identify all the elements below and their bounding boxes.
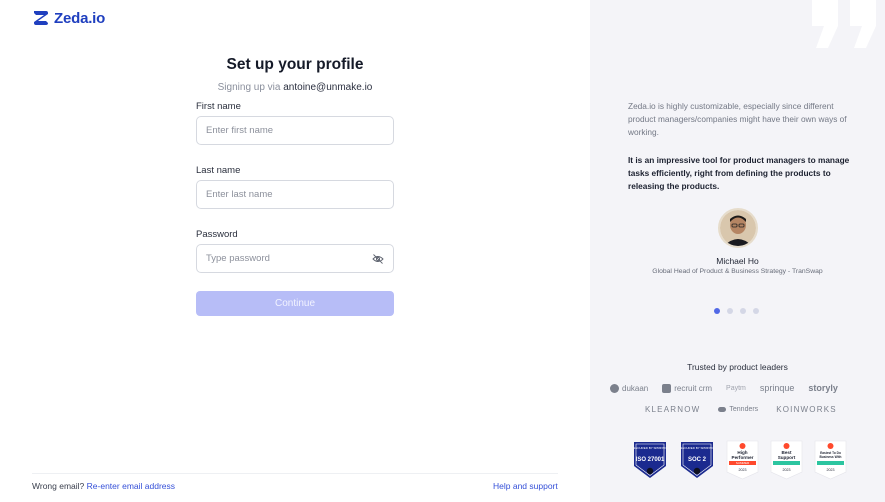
logo-tennders-text: Tennders <box>729 406 759 413</box>
brand-name: Zeda.io <box>54 9 106 27</box>
logo-recruit-crm-text: recruit crm <box>674 383 713 393</box>
avatar <box>718 208 758 248</box>
signup-panel: Zeda.io Set up your profile Signing up v… <box>0 0 590 502</box>
g2-badge-3-year: 2023 <box>827 468 835 472</box>
last-name-field[interactable] <box>196 180 394 209</box>
first-name-field[interactable] <box>196 116 394 145</box>
logo-paytm-text: Paytm <box>726 384 746 392</box>
eye-off-icon[interactable] <box>372 253 384 265</box>
testimonial-panel: Zeda.io is highly customizable, especial… <box>590 0 885 502</box>
g2-badge-3-line2: Business With <box>820 455 842 459</box>
testimonial-role: Global Head of Product & Business Strate… <box>652 268 823 275</box>
carousel-dot-1[interactable] <box>714 308 720 314</box>
first-name-label: First name <box>196 101 241 112</box>
tennders-icon <box>718 407 727 412</box>
reenter-email-link[interactable]: Re-enter email address <box>87 481 175 491</box>
customer-logos-row-2: KLEARNOW Tennders KOINWORKS <box>645 405 837 414</box>
last-name-label: Last name <box>196 165 241 176</box>
help-support-link[interactable]: Help and support <box>493 481 558 491</box>
logo-storyly: storyly <box>808 383 838 393</box>
continue-button[interactable]: Continue <box>196 291 394 316</box>
logo-klearnow-text: KLEARNOW <box>645 405 701 414</box>
carousel-dot-4[interactable] <box>753 308 759 314</box>
testimonial-name: Michael Ho <box>716 256 759 266</box>
iso-badge-top: SECURED BY SPRINTO <box>633 446 667 450</box>
password-label: Password <box>196 229 238 240</box>
soc-badge-main: SOC 2 <box>688 457 707 463</box>
logo-koinworks-text: KOINWORKS <box>776 405 837 414</box>
testimonial-quote: Zeda.io is highly customizable, especial… <box>628 101 847 137</box>
soc-badge-top: SECURED BY SPRINTO <box>680 446 714 450</box>
g2-badge-1-tag: SUMMER <box>736 461 750 465</box>
carousel-dot-3[interactable] <box>740 308 746 314</box>
carousel-dots <box>714 308 759 314</box>
password-field[interactable] <box>196 244 394 273</box>
g2-badge-2-line2: Support <box>778 455 796 460</box>
logo-tennders: Tennders <box>718 406 758 413</box>
logo-dukaan: dukaan <box>610 383 649 393</box>
wrong-email-note: Wrong email? Re-enter email address <box>32 481 175 491</box>
g2-high-performer-badge-icon: High Performer SUMMER 2023 <box>726 440 759 480</box>
g2-badge-1-line2: Performer <box>732 455 754 460</box>
brand-logo[interactable]: Zeda.io <box>32 9 105 27</box>
soc-2-badge-icon: SECURED BY SPRINTO SOC 2 <box>680 442 714 478</box>
g2-badge-1-year: 2023 <box>739 468 747 472</box>
person-avatar-icon <box>720 210 756 246</box>
trusted-heading: Trusted by product leaders <box>687 362 788 372</box>
testimonial-highlight: It is an impressive tool for product man… <box>628 155 850 191</box>
first-name-input[interactable] <box>206 125 384 136</box>
logo-paytm: Paytm <box>726 385 746 392</box>
wrong-email-text: Wrong email? <box>32 481 87 491</box>
last-name-input[interactable] <box>206 189 384 200</box>
logo-koinworks: KOINWORKS <box>776 405 837 414</box>
recruit-crm-icon <box>662 383 672 393</box>
form-fields: First name Last name Password Continue <box>196 0 394 502</box>
password-input[interactable] <box>206 253 372 264</box>
logo-sprinque-text: sprinque <box>759 383 795 393</box>
logo-klearnow: KLEARNOW <box>645 405 700 414</box>
carousel-dot-2[interactable] <box>727 308 733 314</box>
zeda-logo-icon <box>34 11 48 25</box>
logo-sprinque: sprinque <box>760 383 795 393</box>
certification-badges: SECURED BY SPRINTO ISO 27001 SECURED BY … <box>632 440 847 480</box>
footer-divider <box>32 473 558 474</box>
logo-dukaan-text: dukaan <box>622 383 649 393</box>
customer-logos-row-1: dukaan recruit crm Paytm sprinque storyl… <box>610 383 838 393</box>
g2-best-support-badge-icon: Best Support 2023 <box>770 440 803 480</box>
iso-badge-main: ISO 27001 <box>636 457 665 463</box>
logo-storyly-text: storyly <box>808 383 838 393</box>
iso-27001-badge-icon: SECURED BY SPRINTO ISO 27001 <box>633 442 667 478</box>
g2-badge-2-year: 2023 <box>783 468 791 472</box>
logo-recruit-crm: recruit crm <box>662 383 713 393</box>
quote-mark-icon <box>812 0 876 48</box>
dukaan-icon <box>610 383 619 393</box>
g2-easiest-business-badge-icon: Easiest To Do Business With 2023 <box>814 440 847 480</box>
